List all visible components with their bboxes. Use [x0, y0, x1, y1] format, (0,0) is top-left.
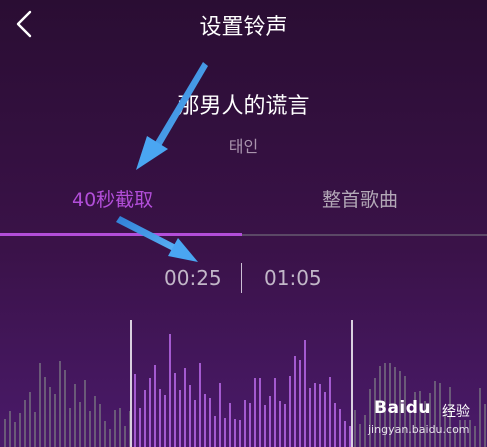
waveform-bar [224, 418, 226, 447]
waveform-bar [169, 334, 171, 447]
waveform-bar [39, 363, 41, 447]
waveform-bar [264, 405, 266, 447]
watermark-brand: Baidu [374, 398, 432, 418]
waveform-bar [54, 394, 56, 447]
waveform-bar [244, 400, 246, 447]
waveform-bar [104, 421, 106, 447]
baidu-watermark: Baidu 经验 jingyan.baidu.com [368, 398, 487, 447]
waveform-bar [294, 356, 296, 447]
waveform-bar [154, 365, 156, 447]
waveform-bar [254, 378, 256, 447]
waveform-bar [364, 415, 366, 447]
waveform-bar [79, 402, 81, 447]
waveform-bar [69, 408, 71, 447]
waveform-bar [174, 373, 176, 447]
waveform-bar [164, 395, 166, 447]
waveform-bar [329, 377, 331, 447]
waveform-bar [189, 385, 191, 447]
waveform-bar [359, 424, 361, 447]
waveform-bar [179, 390, 181, 447]
waveform-bar [229, 403, 231, 447]
waveform-bar [159, 389, 161, 447]
waveform-bar [89, 411, 91, 447]
waveform-bar [49, 387, 51, 447]
selection-start-handle[interactable] [130, 320, 132, 447]
waveform-bar [344, 421, 346, 447]
waveform-bar [309, 388, 311, 447]
waveform-bar [314, 383, 316, 447]
waveform-bar [289, 376, 291, 447]
tab-full-song[interactable]: 整首歌曲 [322, 185, 398, 212]
waveform-bar [74, 384, 76, 447]
waveform-bar [284, 404, 286, 447]
waveform-bar [109, 429, 111, 447]
waveform-bar [194, 400, 196, 447]
app-header: 设置铃声 [0, 0, 487, 50]
selection-start-time: 00:25 [164, 266, 222, 290]
waveform-bar [219, 383, 221, 447]
waveform-bar [354, 410, 356, 447]
waveform-bar [34, 412, 36, 447]
waveform-bar [139, 408, 141, 447]
waveform-bar [239, 420, 241, 447]
waveform-bar [249, 403, 251, 447]
waveform-bar [319, 384, 321, 447]
waveform-bar [149, 378, 151, 447]
waveform-bar [339, 409, 341, 447]
waveform-bar [19, 413, 21, 447]
waveform-bar [134, 374, 136, 447]
waveform-bar [59, 361, 61, 447]
waveform-bar [84, 380, 86, 447]
waveform-bar [4, 419, 6, 447]
waveform-bar [304, 340, 306, 447]
waveform-bar [234, 419, 236, 447]
waveform-bar [259, 378, 261, 447]
tab-40s-clip[interactable]: 40秒截取 [72, 185, 153, 212]
waveform-bar [9, 411, 11, 447]
page-title: 设置铃声 [199, 15, 288, 40]
watermark-url: jingyan.baidu.com [368, 423, 470, 436]
waveform-bar [184, 368, 186, 447]
arrow-icon [116, 216, 198, 262]
time-divider [241, 263, 242, 293]
waveform-bar [64, 370, 66, 447]
waveform-bar [199, 363, 201, 447]
waveform-bar [269, 396, 271, 447]
waveform-bar [204, 394, 206, 447]
waveform-bar [119, 408, 121, 447]
tab-active-indicator [0, 233, 242, 236]
waveform-bar [144, 390, 146, 447]
waveform-bar [279, 401, 281, 447]
waveform-bar [24, 400, 26, 447]
waveform-bar [209, 398, 211, 447]
waveform-bar [29, 392, 31, 447]
watermark-suffix: 经验 [442, 404, 470, 420]
waveform-bar [124, 426, 126, 447]
selection-end-handle[interactable] [351, 320, 353, 447]
waveform-bar [299, 360, 301, 447]
waveform-bar [334, 403, 336, 447]
waveform-bar [44, 377, 46, 447]
selection-end-time: 01:05 [264, 266, 322, 290]
waveform-bar [214, 416, 216, 447]
waveform-bar [114, 410, 116, 447]
waveform-bar [324, 392, 326, 447]
song-title: 那男人的谎言 [177, 94, 310, 119]
waveform-bar [14, 422, 16, 447]
waveform-bar [94, 396, 96, 447]
waveform-bar [99, 404, 101, 447]
waveform-bar [274, 378, 276, 447]
artist-name: 태인 [228, 137, 259, 156]
